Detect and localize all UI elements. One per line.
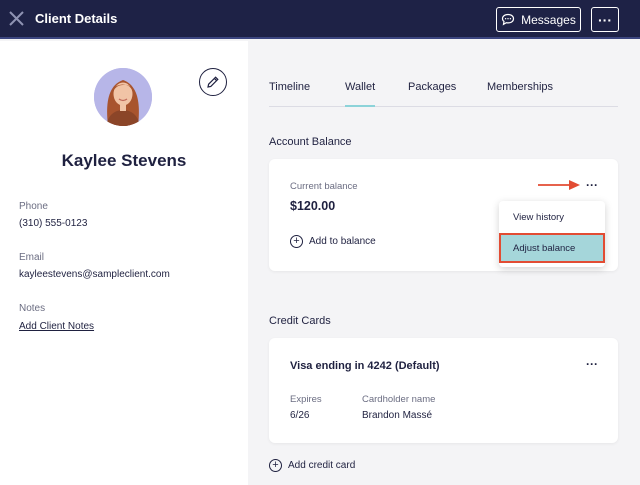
add-client-notes-link[interactable]: Add Client Notes	[19, 321, 94, 332]
add-to-balance-label: Add to balance	[309, 236, 376, 247]
current-balance-value: $120.00	[290, 199, 336, 213]
tab-timeline[interactable]: Timeline	[269, 81, 310, 107]
tab-bar: Timeline Wallet Packages Memberships	[269, 81, 618, 107]
avatar	[94, 68, 152, 126]
top-bar: Client Details Messages ···	[0, 0, 640, 39]
close-icon	[9, 11, 24, 26]
messages-button[interactable]: Messages	[496, 7, 581, 32]
notes-label: Notes	[19, 303, 46, 314]
more-icon: ···	[598, 11, 612, 28]
plus-circle-icon: +	[290, 235, 303, 248]
page-title: Client Details	[35, 11, 118, 26]
client-name: Kaylee Stevens	[61, 151, 187, 170]
more-options-button[interactable]: ···	[591, 7, 619, 32]
edit-client-button[interactable]	[199, 68, 227, 96]
view-history-item[interactable]: View history	[499, 212, 605, 223]
expires-label: Expires	[290, 394, 322, 405]
cardholder-label: Cardholder name	[362, 394, 436, 405]
current-balance-label: Current balance	[290, 181, 358, 192]
add-credit-card-label: Add credit card	[288, 460, 356, 471]
email-value: kayleestevens@sampleclient.com	[19, 269, 170, 280]
expires-value: 6/26	[290, 410, 310, 421]
balance-options-menu: View history Adjust balance	[499, 201, 605, 267]
tab-memberships[interactable]: Memberships	[487, 81, 553, 107]
messages-label: Messages	[521, 12, 576, 27]
client-detail-content: Timeline Wallet Packages Memberships Acc…	[248, 41, 640, 485]
balance-more-button[interactable]: ···	[586, 178, 598, 192]
pencil-icon	[207, 76, 219, 88]
add-credit-card-button[interactable]: + Add credit card	[269, 459, 355, 472]
account-balance-heading: Account Balance	[269, 136, 352, 148]
cardholder-value: Brandon Massé	[362, 410, 433, 421]
card-title: Visa ending in 4242 (Default)	[290, 360, 440, 372]
chat-bubble-icon	[502, 13, 515, 26]
plus-circle-icon: +	[269, 459, 282, 472]
tab-wallet[interactable]: Wallet	[345, 81, 376, 107]
more-icon: ···	[586, 178, 598, 192]
phone-value: (310) 555-0123	[19, 218, 88, 229]
close-button[interactable]	[7, 9, 27, 29]
email-label: Email	[19, 252, 45, 263]
credit-cards-heading: Credit Cards	[269, 315, 331, 327]
card-more-button[interactable]: ···	[586, 357, 598, 371]
arrow-right-icon	[538, 180, 580, 190]
client-info-panel: Kaylee Stevens Phone (310) 555-0123 Emai…	[0, 41, 248, 485]
tab-packages[interactable]: Packages	[408, 81, 456, 107]
credit-card-card: Visa ending in 4242 (Default) ··· Expire…	[269, 338, 618, 443]
more-icon: ···	[586, 357, 598, 371]
add-to-balance-button[interactable]: + Add to balance	[290, 235, 376, 248]
phone-label: Phone	[19, 201, 48, 212]
adjust-balance-item[interactable]: Adjust balance	[499, 233, 605, 263]
